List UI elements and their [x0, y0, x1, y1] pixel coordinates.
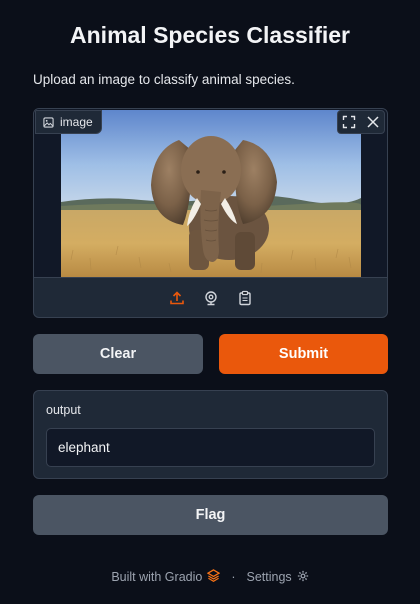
app-description: Upload an image to classify animal speci…: [33, 72, 295, 87]
image-input-label: image: [35, 110, 102, 134]
image-icon: [42, 116, 54, 128]
settings-link[interactable]: Settings: [247, 570, 309, 585]
footer-separator: ·: [231, 570, 236, 584]
gear-icon: [297, 570, 309, 585]
fullscreen-icon[interactable]: [338, 111, 360, 133]
image-label-text: image: [60, 115, 93, 129]
upload-icon[interactable]: [166, 287, 188, 309]
built-with-gradio-text: Built with Gradio: [111, 570, 203, 584]
close-icon[interactable]: [362, 111, 384, 133]
webcam-icon[interactable]: [200, 287, 222, 309]
settings-text: Settings: [246, 570, 292, 584]
flag-button[interactable]: Flag: [33, 495, 388, 535]
app-title: Animal Species Classifier: [70, 22, 350, 48]
clipboard-icon[interactable]: [234, 287, 256, 309]
built-with-gradio-link[interactable]: Built with Gradio: [111, 569, 221, 585]
submit-button[interactable]: Submit: [219, 334, 388, 374]
output-textbox[interactable]: elephant: [46, 428, 375, 467]
image-input-block: image: [33, 108, 388, 318]
app-root: Animal Species Classifier Upload an imag…: [0, 0, 420, 604]
gradio-logo-icon: [206, 569, 221, 585]
output-label: output: [46, 403, 81, 417]
image-corner-controls: [337, 110, 385, 134]
footer: Built with Gradio · Settings: [0, 569, 420, 585]
clear-button[interactable]: Clear: [33, 334, 203, 374]
uploaded-photo-elephant: [61, 110, 361, 277]
image-source-toolbar: [34, 279, 387, 317]
image-dropzone[interactable]: image: [34, 109, 387, 278]
output-block: output elephant: [33, 390, 388, 479]
